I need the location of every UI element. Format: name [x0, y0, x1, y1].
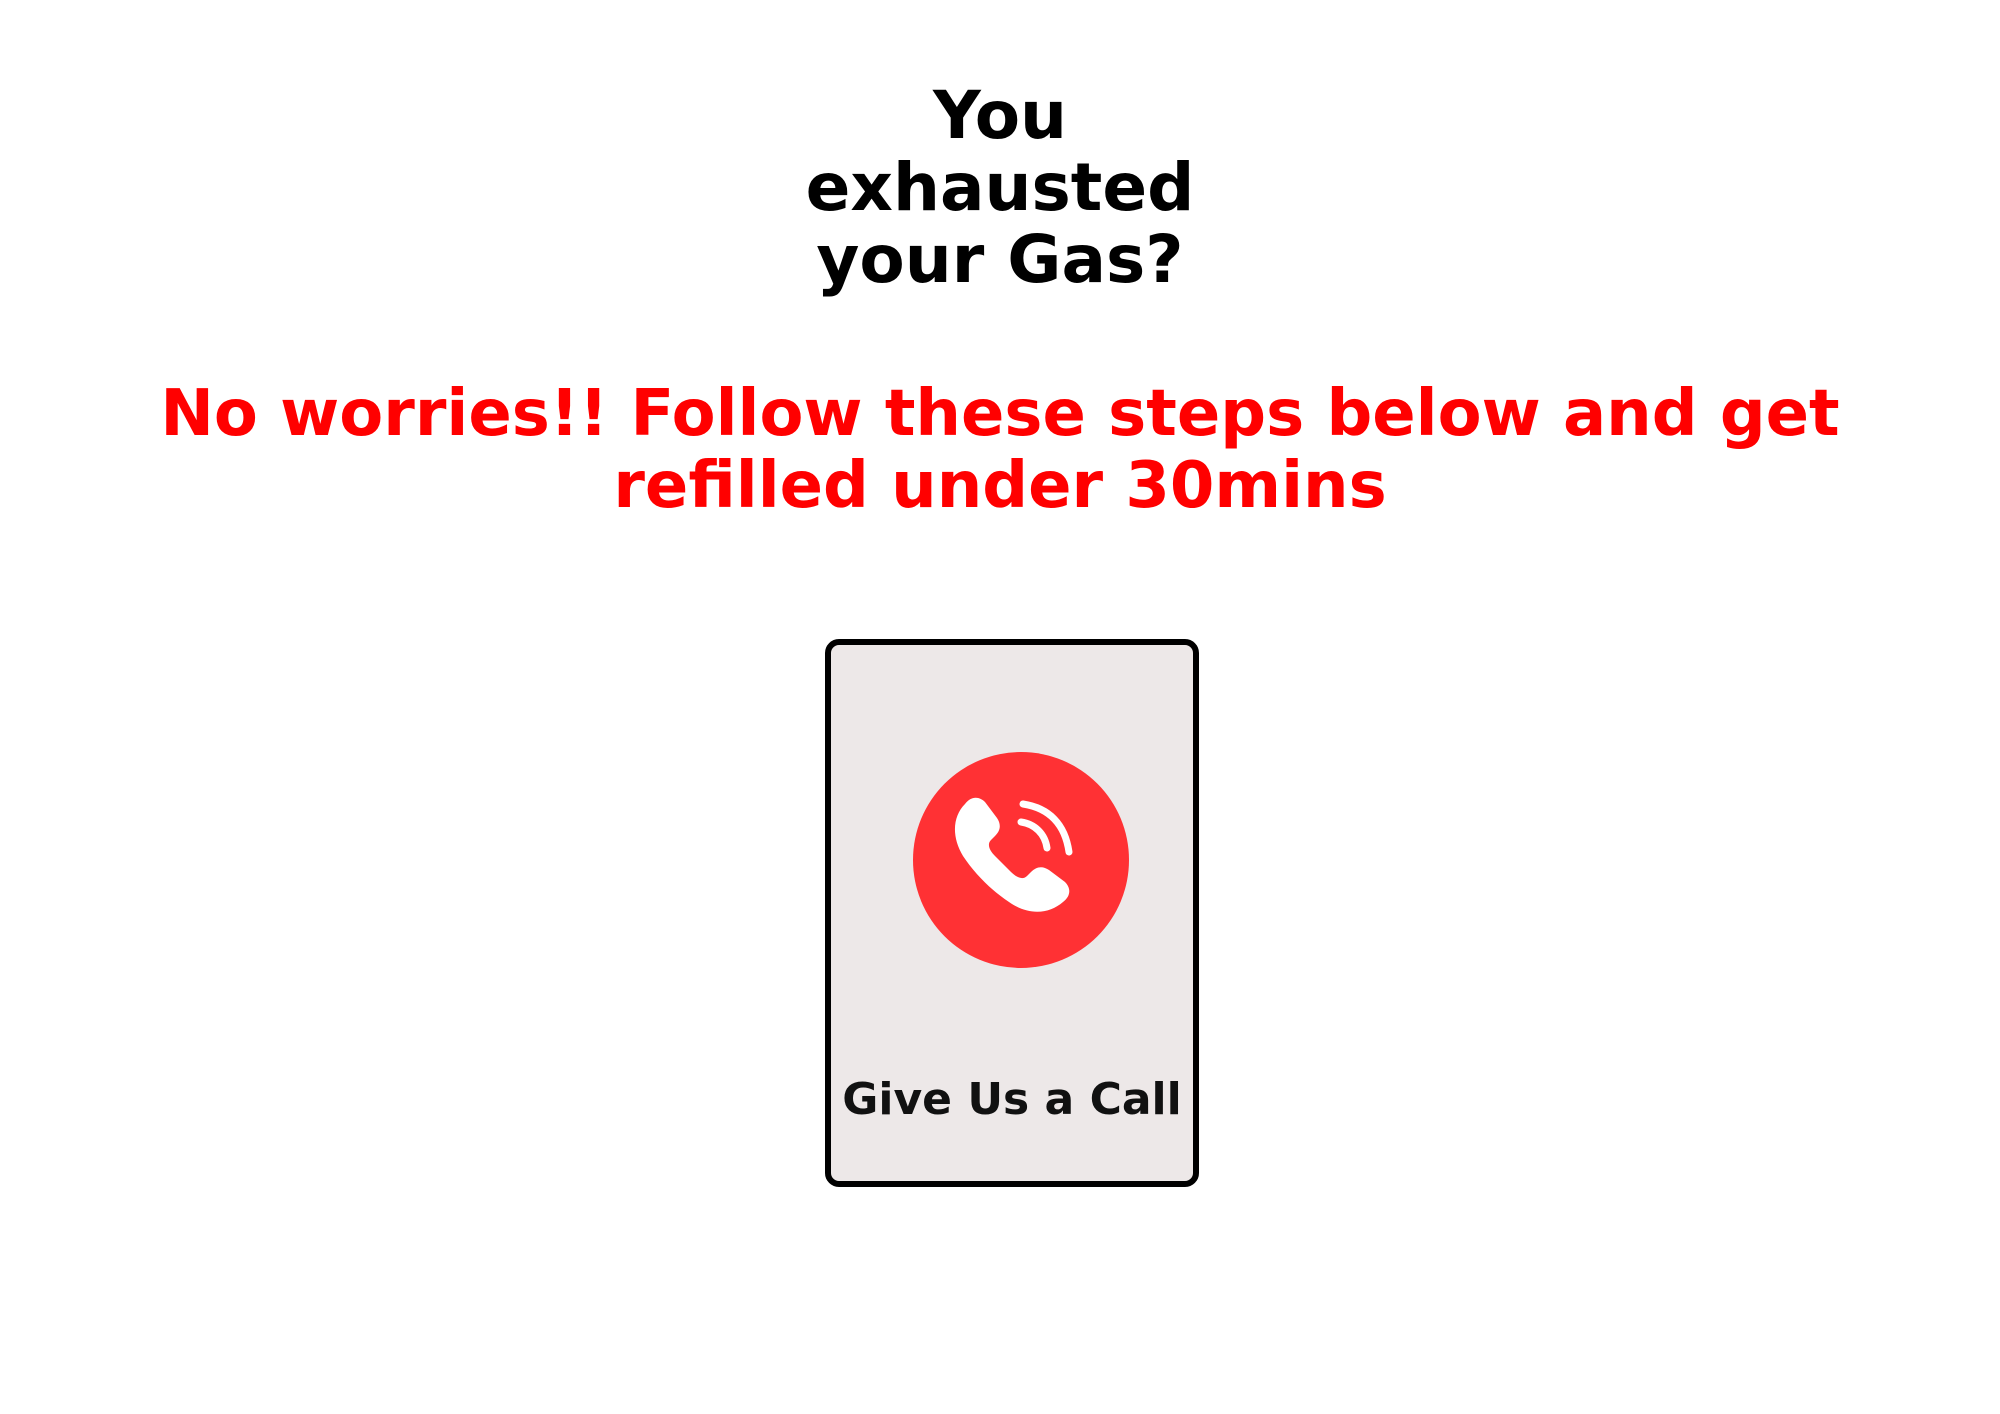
page-title: You exhausted your Gas?: [0, 80, 2000, 296]
page-title-line: your Gas?: [816, 221, 1184, 298]
page-subtitle: No worries!! Follow these steps below an…: [160, 377, 1840, 523]
give-us-a-call-button[interactable]: Give Us a Call: [825, 639, 1199, 1187]
page-title-line: exhausted: [805, 149, 1195, 226]
page-title-line: You: [932, 77, 1068, 154]
phone-ringing-icon: [913, 752, 1129, 968]
call-button-label: Give Us a Call: [842, 1074, 1182, 1125]
